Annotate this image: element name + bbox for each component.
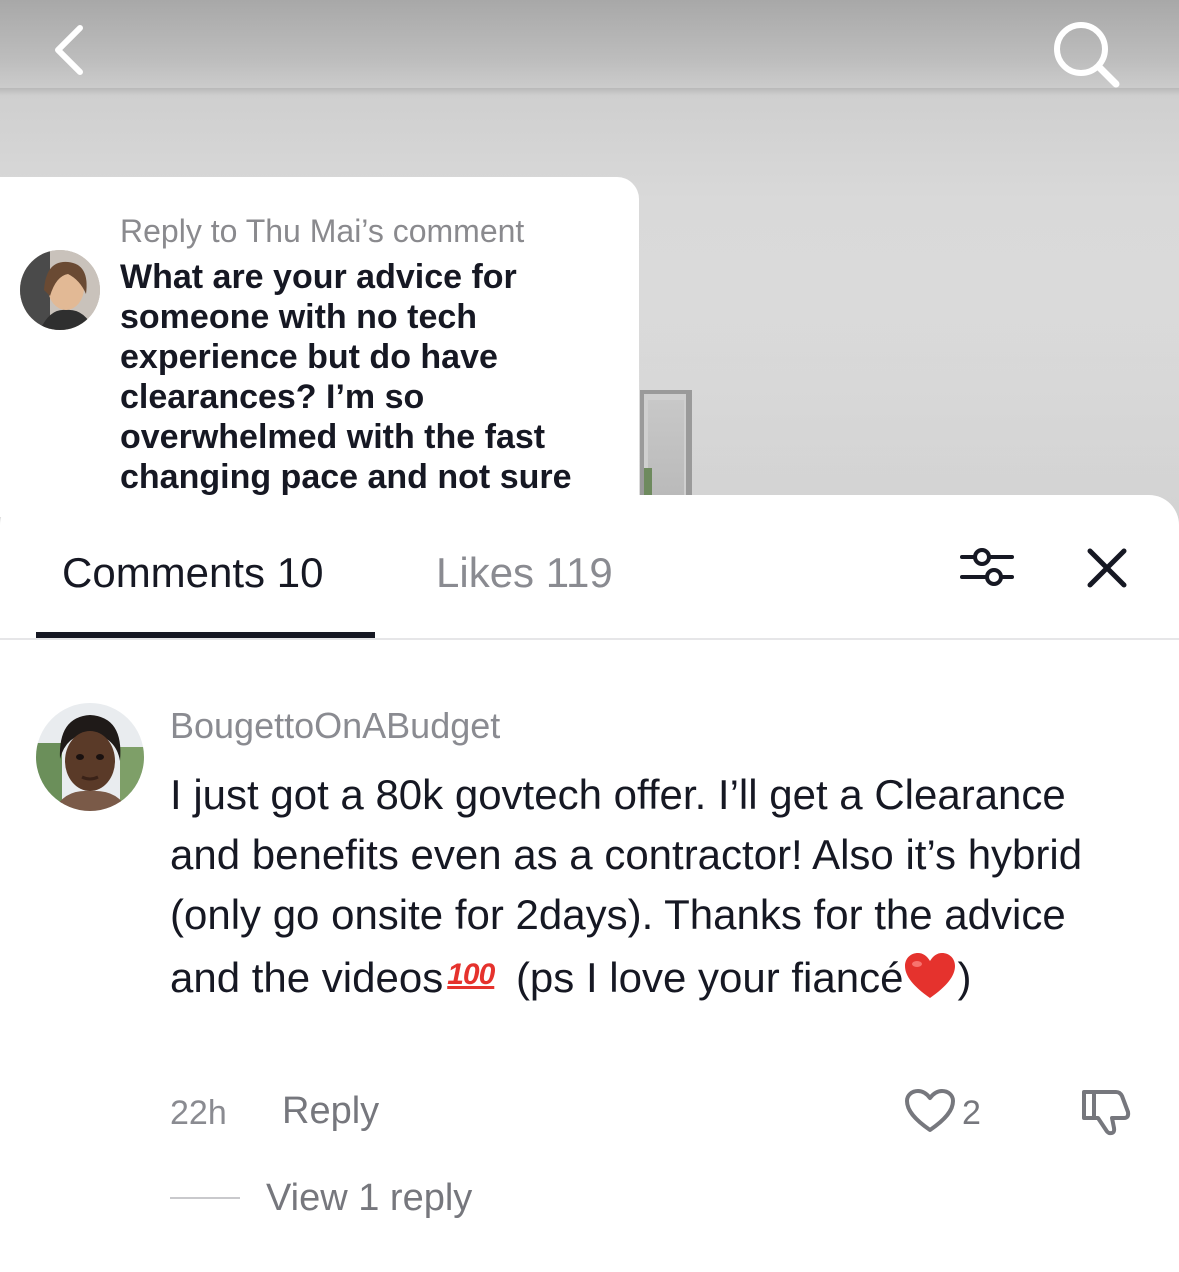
comment-meta-row: 22h Reply 2	[170, 1088, 1150, 1138]
ceiling-line	[0, 88, 1179, 96]
view-replies-label: View 1 reply	[266, 1177, 473, 1219]
comment-text-part3: )	[957, 954, 972, 1001]
filter-sliders-icon[interactable]	[960, 547, 1014, 587]
tiktok-comments-screen: Reply to Thu Mai’s comment What are your…	[0, 0, 1179, 1272]
reply-button[interactable]: Reply	[282, 1090, 379, 1133]
comment-text-part2: (ps I love your fiancé	[504, 954, 904, 1001]
heart-outline-icon[interactable]	[904, 1088, 956, 1134]
like-count: 2	[962, 1094, 981, 1132]
comments-panel: Comments 10 Likes 119 BougettoOnABudget …	[0, 495, 1179, 1272]
reply-to-comment-card[interactable]: Reply to Thu Mai’s comment What are your…	[0, 177, 639, 517]
comment-timestamp: 22h	[170, 1094, 227, 1132]
search-icon[interactable]	[1046, 14, 1126, 94]
replies-divider-line	[170, 1197, 240, 1199]
replied-comment-text: What are your advice for someone with no…	[120, 258, 572, 496]
red-heart-emoji	[903, 952, 957, 1000]
close-icon[interactable]	[1084, 545, 1130, 591]
comment-username[interactable]: BougettoOnABudget	[170, 705, 500, 747]
thumbs-down-icon[interactable]	[1080, 1086, 1132, 1138]
thu-mai-avatar	[20, 250, 100, 330]
reply-to-header: Reply to Thu Mai’s comment	[120, 213, 525, 249]
back-icon[interactable]	[36, 18, 100, 82]
commenter-avatar[interactable]	[36, 703, 144, 811]
hundred-points-emoji: 100	[447, 958, 495, 991]
door-window	[644, 468, 652, 498]
tab-comments[interactable]: Comments 10	[62, 549, 323, 597]
tab-likes[interactable]: Likes 119	[436, 549, 613, 597]
comment-text: I just got a 80k govtech offer. I’ll get…	[170, 765, 1130, 1008]
tab-divider	[0, 638, 1179, 640]
